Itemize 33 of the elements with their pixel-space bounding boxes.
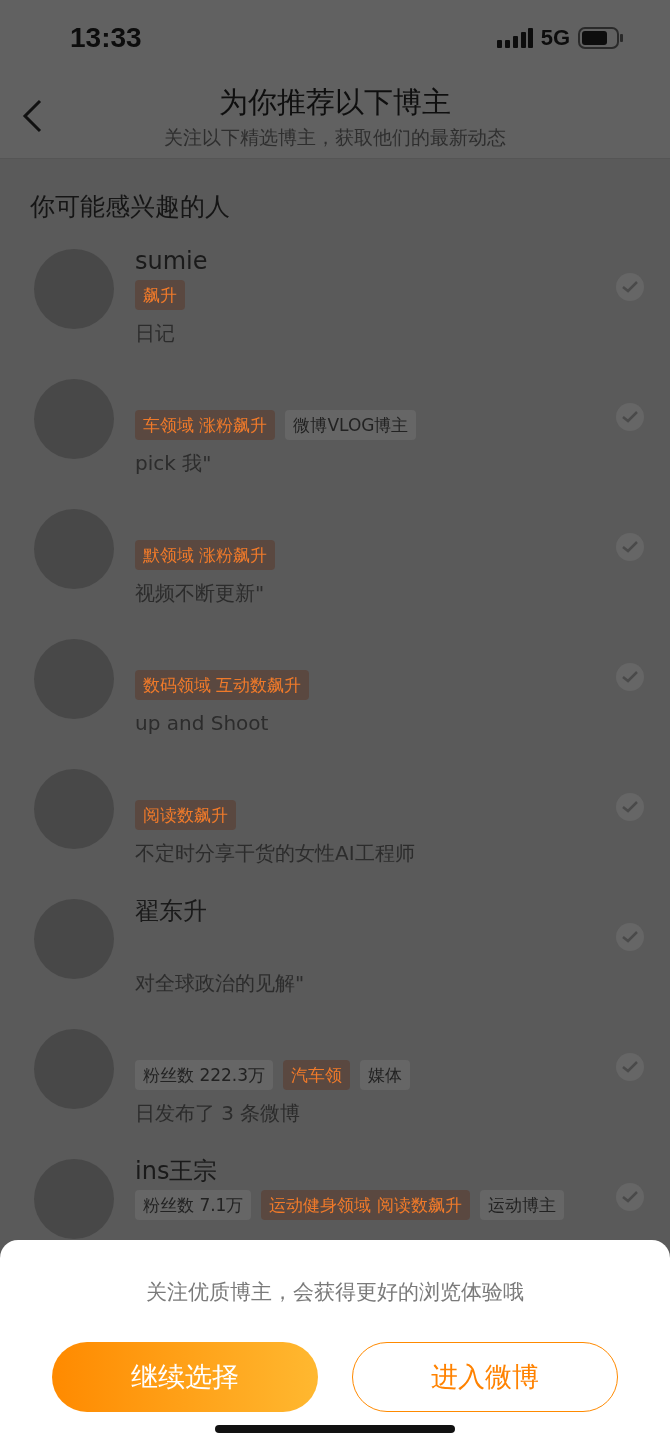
enter-button[interactable]: 进入微博 bbox=[352, 1342, 618, 1412]
checkmark-icon[interactable] bbox=[616, 923, 644, 951]
trend-tag: 数码领域 互动数飙升 bbox=[135, 670, 310, 700]
checkmark-icon[interactable] bbox=[616, 793, 644, 821]
page-title: 为你推荐以下博主 bbox=[219, 83, 451, 121]
blogger-name: ins王宗 bbox=[135, 1156, 219, 1187]
trend-tag: 默领域 涨粉飙升 bbox=[135, 540, 276, 570]
trend-tag: 车领域 涨粉飙升 bbox=[135, 410, 276, 440]
checkmark-icon[interactable] bbox=[616, 273, 644, 301]
checkmark-icon[interactable] bbox=[616, 533, 644, 561]
follower-count: 粉丝数 222.3万 bbox=[135, 1060, 274, 1090]
follower-count: 粉丝数 7.1万 bbox=[135, 1190, 252, 1220]
continue-button[interactable]: 继续选择 bbox=[52, 1342, 318, 1412]
sheet-message: 关注优质博主，会获得更好的浏览体验哦 bbox=[146, 1279, 524, 1306]
checkmark-icon[interactable] bbox=[616, 403, 644, 431]
back-button[interactable] bbox=[20, 98, 44, 135]
clock-time: 13:33 bbox=[70, 21, 142, 54]
trend-tag: 汽车领 bbox=[283, 1060, 351, 1090]
checkmark-icon[interactable] bbox=[616, 1183, 644, 1211]
trend-tag: 运动健身领域 阅读数飙升 bbox=[261, 1190, 470, 1220]
network-type: 5G bbox=[540, 24, 570, 51]
category-tag: 媒体 bbox=[360, 1060, 411, 1090]
category-tag: 运动博主 bbox=[479, 1190, 564, 1220]
blogger-name: sumie bbox=[135, 246, 209, 277]
signal-icon bbox=[496, 27, 533, 48]
battery-icon bbox=[578, 26, 624, 49]
checkmark-icon[interactable] bbox=[616, 663, 644, 691]
blogger-name: 翟东升 bbox=[135, 896, 208, 927]
checkmark-icon[interactable] bbox=[616, 1053, 644, 1081]
section-title: 你可能感兴趣的人 bbox=[30, 191, 231, 223]
trend-tag: 阅读数飙升 bbox=[135, 800, 236, 830]
category-tag: 微博VLOG博主 bbox=[285, 410, 417, 440]
trend-tag: 飙升 bbox=[135, 280, 185, 310]
